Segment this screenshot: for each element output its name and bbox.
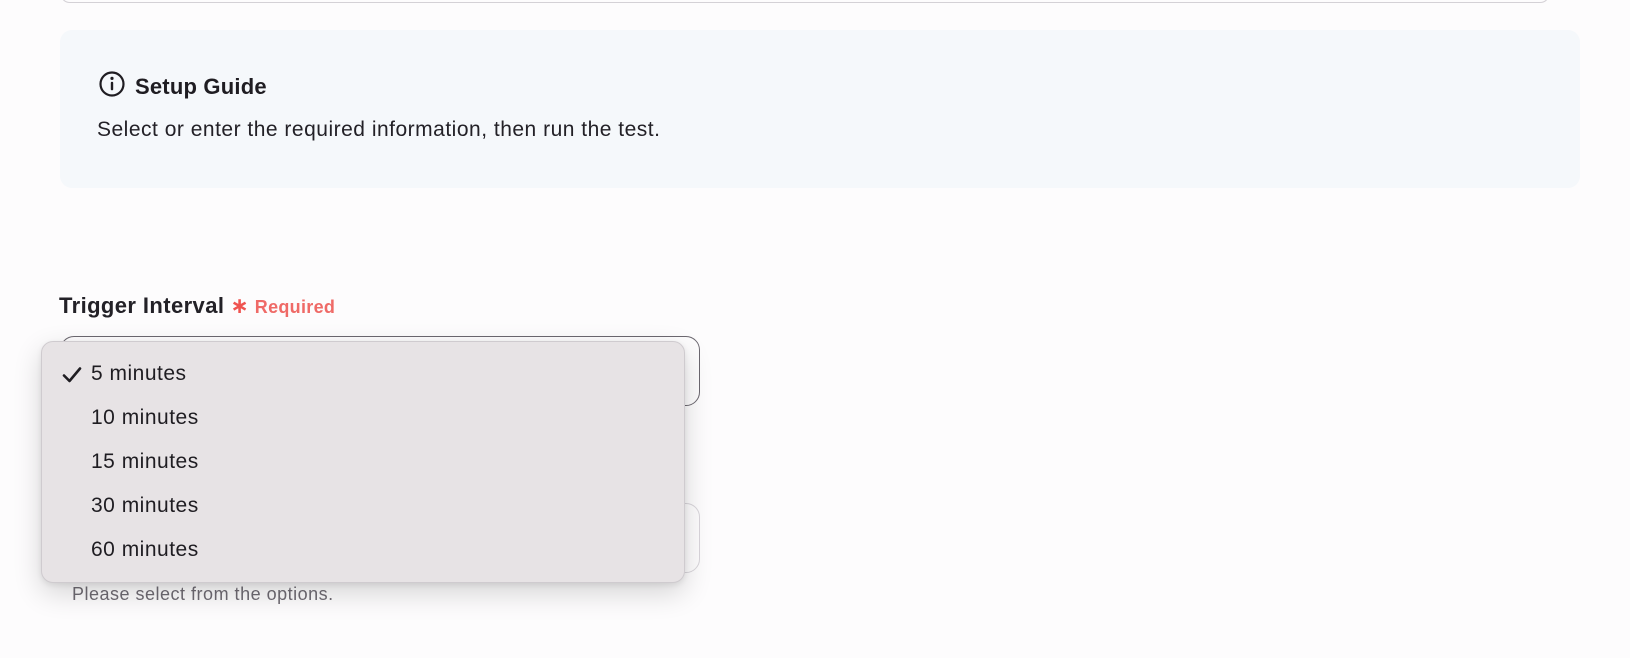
setup-guide-header: Setup Guide — [98, 70, 267, 103]
trigger-interval-label-row: Trigger Interval ∗ Required — [59, 293, 335, 319]
option-60-minutes[interactable]: 60 minutes — [42, 528, 684, 572]
checkmark-icon — [62, 367, 82, 383]
setup-guide-title: Setup Guide — [135, 73, 267, 99]
required-indicator: Required — [254, 297, 336, 317]
info-icon — [98, 70, 126, 103]
option-label: 60 minutes — [91, 538, 199, 561]
trigger-interval-helper-text: Please select from the options. — [72, 584, 334, 604]
option-label: 5 minutes — [91, 362, 187, 385]
option-30-minutes[interactable]: 30 minutes — [42, 484, 684, 528]
trigger-interval-dropdown-menu[interactable]: 5 minutes 10 minutes 15 minutes 30 minut… — [41, 341, 685, 583]
option-10-minutes[interactable]: 10 minutes — [42, 396, 684, 440]
option-5-minutes[interactable]: 5 minutes — [42, 352, 684, 396]
option-label: 10 minutes — [91, 406, 199, 429]
trigger-interval-label: Trigger Interval — [59, 293, 225, 318]
previous-field-input[interactable] — [60, 0, 1550, 3]
setup-guide-panel: Setup Guide Select or enter the required… — [60, 30, 1580, 188]
setup-guide-description: Select or enter the required information… — [97, 118, 661, 141]
option-15-minutes[interactable]: 15 minutes — [42, 440, 684, 484]
option-label: 15 minutes — [91, 450, 199, 473]
option-label: 30 minutes — [91, 494, 199, 517]
required-asterisk-icon: ∗ — [230, 293, 249, 318]
